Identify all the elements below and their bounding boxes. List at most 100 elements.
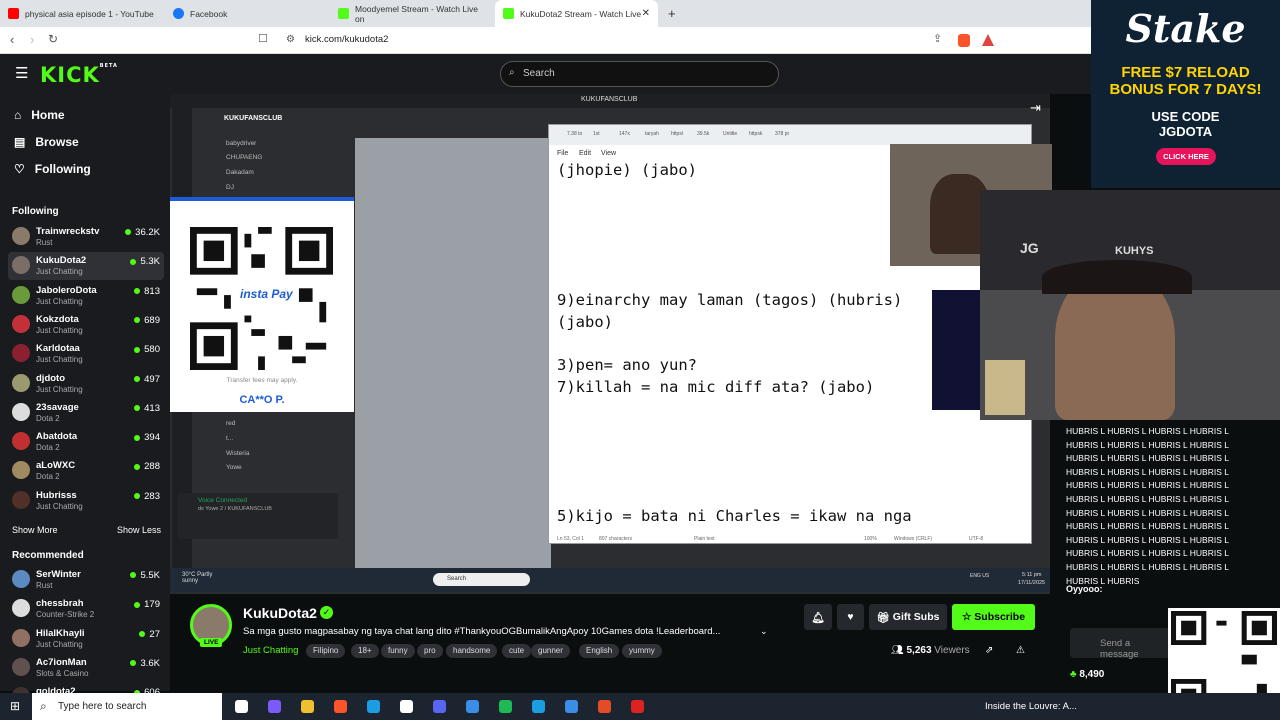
heart-icon: ♥ bbox=[847, 611, 854, 623]
ad-headline: FREE $7 RELOAD BONUS FOR 7 DAYS! bbox=[1109, 64, 1262, 98]
sidebar-channel-item[interactable]: chessbrah Counter-Strike 2 179 bbox=[8, 595, 164, 623]
follow-button[interactable]: ♥ bbox=[837, 604, 864, 630]
stake-mini-ad bbox=[932, 290, 980, 410]
viewer-count: 394 bbox=[134, 432, 160, 443]
taskbar-app-icon[interactable] bbox=[532, 700, 545, 713]
search-input[interactable]: ⌕ Search bbox=[500, 61, 779, 87]
tag-chip[interactable]: English bbox=[579, 644, 620, 658]
taskbar-app-icon[interactable] bbox=[499, 700, 512, 713]
ad-cta-button[interactable]: CLICK HERE bbox=[1156, 148, 1216, 165]
bookmark-icon[interactable]: ☐ bbox=[258, 32, 268, 45]
chat-message: HUBRIS L HUBRIS L HUBRIS L HUBRIS L bbox=[1066, 562, 1229, 572]
reload-icon[interactable]: ↻ bbox=[48, 32, 58, 46]
forward-icon[interactable]: › bbox=[30, 32, 34, 47]
expand-title-icon[interactable]: ⌄ bbox=[760, 626, 768, 637]
sidebar-channel-item[interactable]: Trainwreckstv Rust 36.2K bbox=[8, 223, 164, 251]
sidebar-channel-item[interactable]: Ac7ionMan Slots & Casino 3.6K bbox=[8, 654, 164, 682]
chat-input[interactable]: Send a message bbox=[1070, 628, 1170, 660]
notification-bell-button[interactable]: 🔔︎ bbox=[804, 604, 832, 630]
taskbar-app-icon[interactable] bbox=[400, 700, 413, 713]
desktop-background bbox=[355, 138, 551, 588]
share-icon[interactable]: ⇪ bbox=[933, 32, 942, 45]
taskbar-app-icon[interactable] bbox=[433, 700, 446, 713]
share-icon[interactable]: ⇗ bbox=[985, 645, 993, 656]
tag-chip[interactable]: Filipino bbox=[306, 644, 346, 658]
tag-chip[interactable]: funny bbox=[381, 644, 415, 658]
back-icon[interactable]: ‹ bbox=[10, 32, 14, 47]
sidebar-channel-item[interactable]: 23savage Dota 2 413 bbox=[8, 399, 164, 427]
tag-chip[interactable]: cute bbox=[502, 644, 532, 658]
taskbar-app-icon[interactable] bbox=[235, 700, 248, 713]
nav-home[interactable]: ⌂ Home bbox=[14, 108, 65, 122]
nav-label: Home bbox=[31, 108, 65, 122]
new-tab-button[interactable]: + bbox=[660, 0, 684, 27]
kick-logo[interactable]: KICKBETA bbox=[40, 63, 118, 87]
windows-start-icon[interactable]: ⊞ bbox=[10, 699, 20, 713]
viewer-count: 27 bbox=[139, 629, 160, 640]
channel-name[interactable]: KukuDota2 bbox=[243, 605, 317, 621]
channel-category: Just Chatting bbox=[36, 639, 83, 649]
channel-category: Dota 2 bbox=[36, 413, 60, 423]
url-field[interactable]: kick.com/kukudota2 bbox=[305, 34, 388, 45]
nav-browse[interactable]: ▤ Browse bbox=[14, 135, 79, 149]
menu-icon[interactable]: ☰ bbox=[15, 64, 28, 82]
show-less-button[interactable]: Show Less bbox=[117, 525, 161, 535]
taskbar-app-icon[interactable] bbox=[367, 700, 380, 713]
brave-shield-icon[interactable] bbox=[958, 34, 970, 47]
viewer-count: 283 bbox=[134, 491, 160, 502]
tag-chip[interactable]: handsome bbox=[446, 644, 498, 658]
now-playing[interactable]: Inside the Louvre: A... bbox=[985, 701, 1077, 712]
taskbar-search[interactable]: ⌕ Type here to search bbox=[32, 693, 222, 720]
taskbar-app-icon[interactable] bbox=[268, 700, 281, 713]
tag-chip[interactable]: pro bbox=[417, 644, 443, 658]
tag-chip[interactable]: 18+ bbox=[351, 644, 379, 658]
viewers-label: Viewers bbox=[934, 645, 970, 656]
gift-subs-label: Gift Subs bbox=[892, 611, 940, 623]
taskbar-app-icon[interactable] bbox=[598, 700, 611, 713]
taskbar-app-icon[interactable] bbox=[631, 700, 644, 713]
sidebar-channel-item[interactable]: Karldotaa Just Chatting 580 bbox=[8, 340, 164, 368]
taskbar-app-icon[interactable] bbox=[301, 700, 314, 713]
taskbar-app-icon[interactable] bbox=[466, 700, 479, 713]
tab-moodyemel[interactable]: Moodyemel Stream - Watch Live on bbox=[330, 0, 495, 27]
sidebar-channel-item[interactable]: Hubrisss Just Chatting 283 bbox=[8, 487, 164, 515]
notepad-tab: 1st bbox=[593, 131, 600, 137]
sidebar-channel-item[interactable]: KukuDota2 Just Chatting 5.3K bbox=[8, 252, 164, 281]
sidebar-channel-item[interactable]: SerWinter Rust 5.5K bbox=[8, 566, 164, 594]
show-more-button[interactable]: Show More bbox=[12, 525, 58, 535]
close-tab-icon[interactable]: ✕ bbox=[642, 8, 650, 19]
tab-facebook[interactable]: Facebook bbox=[165, 0, 330, 27]
subscribe-button[interactable]: ☆ Subscribe bbox=[952, 604, 1035, 630]
nav-following[interactable]: ♡ Following bbox=[14, 162, 91, 176]
site-info-icon[interactable]: ⚙ bbox=[286, 34, 295, 45]
nav-label: Browse bbox=[35, 135, 79, 149]
tab-youtube[interactable]: physical asia episode 1 - YouTube bbox=[0, 0, 165, 27]
sidebar-channel-item[interactable]: djdoto Just Chatting 497 bbox=[8, 370, 164, 398]
tag-chip[interactable]: gunner bbox=[531, 644, 570, 658]
report-icon[interactable]: ⚠ bbox=[1016, 645, 1025, 656]
tab-kukudota2[interactable]: KukuDota2 Stream - Watch Live ✕ bbox=[495, 0, 658, 27]
sidebar-channel-item[interactable]: HilalKhayli Just Chatting 27 bbox=[8, 625, 164, 653]
editor-line-3: (jabo) bbox=[557, 313, 613, 331]
gift-subs-button[interactable]: 🎁︎ Gift Subs bbox=[869, 604, 947, 630]
weather-widget: 30°C Partly sunny bbox=[182, 572, 213, 584]
sidebar-channel-item[interactable]: Abatdota Dota 2 394 bbox=[8, 428, 164, 456]
tag-chip[interactable]: yummy bbox=[622, 644, 662, 658]
following-header: Following bbox=[12, 206, 59, 217]
stake-ad[interactable]: Stake FREE $7 RELOAD BONUS FOR 7 DAYS! U… bbox=[1091, 0, 1280, 188]
theater-mode-icon[interactable]: ⇥ bbox=[1030, 100, 1041, 116]
instapay-logo: insta Pay bbox=[240, 287, 293, 301]
tab-title: physical asia episode 1 - YouTube bbox=[25, 8, 154, 19]
sidebar-channel-item[interactable]: Kokzdota Just Chatting 689 bbox=[8, 311, 164, 339]
sidebar-channel-item[interactable]: aLoWXC Dota 2 288 bbox=[8, 457, 164, 485]
taskbar-app-icon[interactable] bbox=[565, 700, 578, 713]
stream-category[interactable]: Just Chatting bbox=[243, 645, 298, 656]
status-item: Plain text bbox=[694, 536, 715, 542]
subscribe-label: Subscribe bbox=[974, 611, 1026, 623]
channel-points[interactable]: ♣ 8,490 bbox=[1070, 669, 1104, 680]
sidebar-channel-item[interactable]: JaboleroDota Just Chatting 813 bbox=[8, 282, 164, 310]
chat-message: HUBRIS L HUBRIS L HUBRIS L HUBRIS L bbox=[1066, 439, 1229, 450]
avatar bbox=[12, 628, 30, 647]
taskbar-app-icon[interactable] bbox=[334, 700, 347, 713]
rewards-icon[interactable] bbox=[982, 34, 994, 46]
